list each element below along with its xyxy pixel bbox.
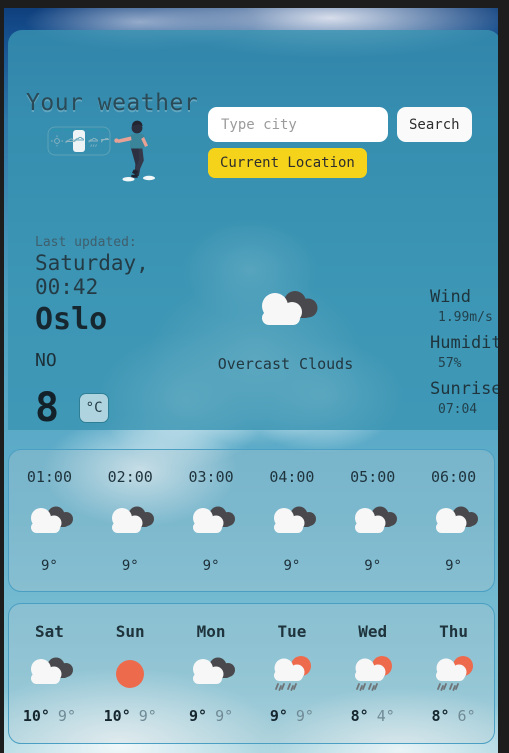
daily-temp-max: 9°	[189, 707, 208, 725]
daily-forecast-card: Sat 10° 9° Sun 10° 9° Mon 9° 9° Tue 9° 9° Wed 8° 4° Thu…	[8, 603, 495, 744]
daily-temp-min: 9°	[57, 707, 76, 725]
city-name: Oslo	[35, 302, 108, 337]
hourly-forecast-row: 01:00 9° 02:00 9° 03:00 9° 04:00 9° 05:00 9° 06:00…	[9, 450, 494, 591]
hourly-forecast-item: 01:00 9°	[9, 450, 90, 591]
daily-day-label: Mon	[196, 622, 226, 641]
daily-forecast-item: Sat 10° 9°	[9, 604, 90, 743]
daily-temp-min: 9°	[215, 707, 234, 725]
hourly-time-label: 06:00	[430, 468, 477, 486]
sun-cloud-rain-icon	[435, 656, 473, 691]
daily-day-label: Wed	[358, 622, 388, 641]
hourly-temperature: 9°	[121, 558, 139, 574]
current-temperature: 8	[35, 385, 60, 431]
condition-text: Overcast Clouds	[217, 355, 354, 373]
sun-cloud-rain-icon	[273, 656, 311, 691]
overcast-clouds-icon	[193, 506, 236, 533]
daily-temp-min: 4°	[376, 707, 395, 725]
daily-temperature-range: 10° 9°	[23, 707, 76, 725]
page-title: Your weather	[26, 90, 199, 116]
daily-temp-max: 9°	[269, 707, 288, 725]
daily-temp-max: 8°	[431, 707, 450, 725]
hourly-forecast-item: 06:00 9°	[413, 450, 494, 591]
current-weather-card: Your weather Type city Search Current Lo…	[8, 30, 509, 431]
hourly-temperature: 9°	[283, 558, 301, 574]
hourly-time-label: 04:00	[269, 468, 315, 486]
window-left-edge	[0, 0, 4, 753]
daily-temp-min: 9°	[295, 707, 314, 725]
hourly-forecast-card: 01:00 9° 02:00 9° 03:00 9° 04:00 9° 05:00 9° 06:00…	[8, 449, 495, 592]
daily-temperature-range: 8° 6°	[431, 707, 475, 725]
hourly-temperature: 9°	[202, 558, 220, 574]
daily-forecast-item: Mon 9° 9°	[171, 604, 252, 743]
daily-temp-max: 8°	[350, 707, 369, 725]
weather-app-page: Your weather Type city Search Current Lo…	[0, 0, 509, 753]
hourly-time-label: 01:00	[26, 468, 72, 486]
overcast-clouds-icon	[112, 506, 155, 533]
daily-forecast-item: Sun 10° 9°	[90, 604, 171, 743]
hourly-temperature: 9°	[445, 558, 462, 574]
search-input[interactable]	[208, 107, 388, 142]
daily-day-label: Tue	[277, 622, 307, 641]
daily-day-label: Thu	[439, 622, 468, 641]
window-right-edge	[498, 0, 509, 753]
hourly-temperature: 9°	[40, 558, 58, 574]
daily-forecast-item: Thu 8° 6°	[413, 604, 494, 743]
last-updated-label: Last updated:	[35, 235, 137, 250]
hourly-forecast-item: 02:00 9°	[90, 450, 171, 591]
hourly-time-label: 05:00	[350, 468, 396, 486]
daily-temperature-range: 8° 4°	[351, 707, 395, 725]
daily-temperature-range: 10° 9°	[104, 707, 157, 725]
overcast-clouds-icon	[354, 506, 397, 533]
daily-temperature-range: 9° 9°	[270, 707, 314, 725]
daily-forecast-item: Wed 8° 4°	[332, 604, 413, 743]
hourly-temperature: 9°	[364, 558, 382, 574]
daily-forecast-item: Tue 9° 9°	[251, 604, 332, 743]
hourly-time-label: 02:00	[107, 468, 153, 486]
overcast-clouds-icon	[31, 506, 74, 533]
overcast-clouds-icon	[262, 291, 318, 325]
hourly-time-label: 03:00	[188, 468, 234, 486]
clear-sun-icon	[116, 660, 145, 688]
daily-temperature-range: 9° 9°	[189, 707, 233, 725]
hourly-forecast-item: 04:00 9°	[251, 450, 332, 591]
window-top-edge	[0, 0, 509, 8]
unit-toggle-button[interactable]: °C	[79, 393, 110, 423]
daily-temp-min: 6°	[457, 707, 476, 725]
search-row: Search	[208, 107, 472, 142]
hourly-forecast-item: 05:00 9°	[332, 450, 413, 591]
daily-temp-max: 10°	[103, 707, 131, 725]
current-location-button[interactable]: Current Location	[208, 148, 367, 178]
daily-day-label: Sat	[34, 622, 64, 641]
hourly-forecast-item: 03:00 9°	[171, 450, 252, 591]
overcast-clouds-icon	[273, 506, 316, 533]
daily-temp-max: 10°	[22, 707, 50, 725]
overcast-clouds-icon	[193, 657, 236, 684]
daily-day-label: Sun	[115, 622, 145, 641]
person-pointing-at-weather-widget-illustration	[47, 120, 155, 182]
sun-cloud-rain-icon	[354, 656, 392, 691]
country-code: NO	[35, 350, 57, 371]
last-updated-value: Saturday, 00:42	[35, 251, 149, 299]
search-button[interactable]: Search	[397, 107, 472, 142]
daily-temp-min: 9°	[138, 707, 157, 725]
overcast-clouds-icon	[31, 657, 74, 684]
overcast-clouds-icon	[435, 506, 478, 533]
daily-forecast-row: Sat 10° 9° Sun 10° 9° Mon 9° 9° Tue 9° 9° Wed 8° 4° Thu…	[9, 604, 494, 743]
temperature-row: 8 °C	[35, 385, 110, 431]
